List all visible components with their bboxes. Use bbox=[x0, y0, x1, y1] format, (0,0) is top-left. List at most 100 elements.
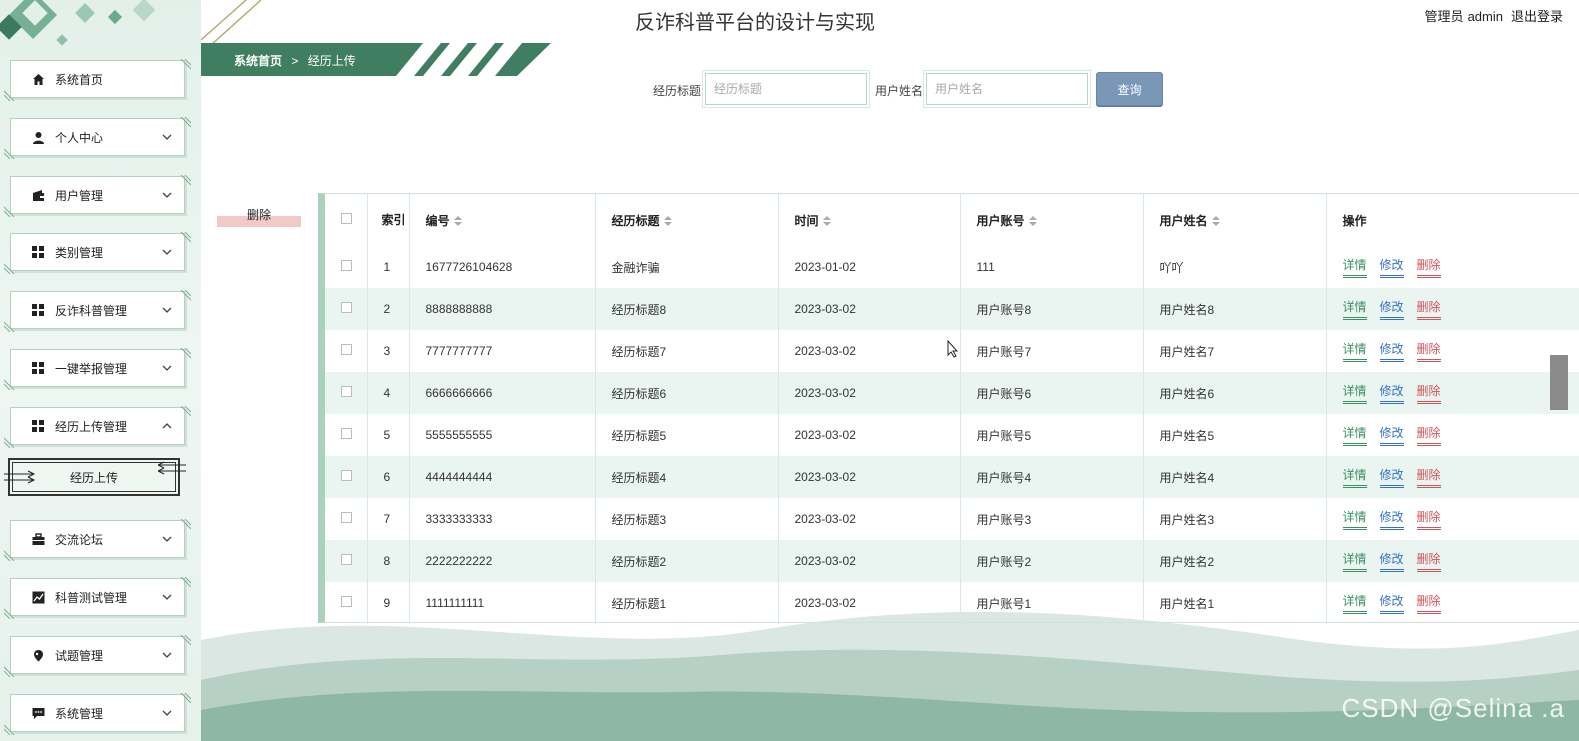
select-all-checkbox[interactable] bbox=[341, 213, 352, 224]
sidebar-item-8[interactable]: 交流论坛 bbox=[4, 519, 191, 561]
delete-button[interactable]: 删除 bbox=[1416, 298, 1441, 320]
arrow-left-right-icon bbox=[4, 470, 36, 484]
sort-icon bbox=[1028, 216, 1037, 227]
cell-index: 3 bbox=[367, 330, 410, 372]
delete-button[interactable]: 删除 bbox=[1416, 508, 1441, 530]
delete-button[interactable]: 删除 bbox=[1416, 466, 1441, 488]
scrollbar-thumb[interactable] bbox=[1550, 355, 1568, 410]
delete-button[interactable]: 删除 bbox=[1416, 550, 1441, 572]
wallet-icon bbox=[31, 188, 45, 202]
chevron-down-icon bbox=[162, 365, 172, 371]
cell-title: 经历标题4 bbox=[595, 456, 779, 498]
watermark: CSDN @Selina .a bbox=[1341, 693, 1565, 723]
delete-button[interactable]: 删除 bbox=[1416, 424, 1441, 446]
sidebar-subitem-experience-upload[interactable]: 经历上传 bbox=[4, 458, 186, 496]
cell-time: 2023-01-02 bbox=[778, 246, 961, 288]
row-checkbox[interactable] bbox=[341, 302, 352, 313]
cell-account: 用户账号4 bbox=[960, 456, 1144, 498]
cell-time: 2023-03-02 bbox=[778, 540, 961, 582]
corner-decoration bbox=[180, 406, 191, 417]
edit-button[interactable]: 修改 bbox=[1379, 256, 1404, 278]
header-account[interactable]: 用户账号 bbox=[960, 194, 1144, 246]
person-icon bbox=[31, 130, 45, 144]
sidebar-item-9[interactable]: 科普测试管理 bbox=[4, 577, 191, 619]
batch-delete-button[interactable]: 删除 bbox=[217, 202, 301, 227]
search-title-input[interactable] bbox=[702, 70, 870, 108]
header-index: 索引 bbox=[367, 194, 410, 246]
sidebar-item-11[interactable]: 系统管理 bbox=[4, 693, 191, 735]
delete-button[interactable]: 删除 bbox=[1416, 592, 1441, 614]
cell-time: 2023-03-02 bbox=[778, 498, 961, 540]
edit-button[interactable]: 修改 bbox=[1379, 466, 1404, 488]
edit-button[interactable]: 修改 bbox=[1379, 592, 1404, 614]
edit-button[interactable]: 修改 bbox=[1379, 340, 1404, 362]
detail-button[interactable]: 详情 bbox=[1342, 298, 1367, 320]
sidebar-item-3[interactable]: 用户管理 bbox=[4, 175, 191, 217]
sort-icon bbox=[822, 216, 831, 227]
corner-decoration bbox=[4, 379, 15, 390]
row-checkbox[interactable] bbox=[341, 596, 352, 607]
detail-button[interactable]: 详情 bbox=[1342, 466, 1367, 488]
search-name-input[interactable] bbox=[923, 70, 1091, 108]
sidebar-item-6[interactable]: 一键举报管理 bbox=[4, 348, 191, 390]
edit-button[interactable]: 修改 bbox=[1379, 382, 1404, 404]
detail-button[interactable]: 详情 bbox=[1342, 592, 1367, 614]
chevron-down-icon bbox=[162, 710, 172, 716]
sidebar-item-2[interactable]: 个人中心 bbox=[4, 117, 191, 159]
header-time[interactable]: 时间 bbox=[778, 194, 961, 246]
sidebar-item-7[interactable]: 经历上传管理 bbox=[4, 406, 191, 448]
cell-account: 用户账号3 bbox=[960, 498, 1144, 540]
cell-actions: 详情 修改 删除 bbox=[1326, 414, 1579, 456]
chat-icon bbox=[31, 706, 45, 720]
breadcrumb-home[interactable]: 系统首页 bbox=[234, 54, 282, 68]
detail-button[interactable]: 详情 bbox=[1342, 256, 1367, 278]
sidebar-item-1[interactable]: 系统首页 bbox=[4, 59, 191, 101]
delete-button[interactable]: 删除 bbox=[1416, 382, 1441, 404]
edit-button[interactable]: 修改 bbox=[1379, 424, 1404, 446]
row-checkbox[interactable] bbox=[341, 554, 352, 565]
header-title[interactable]: 经历标题 bbox=[595, 194, 779, 246]
row-checkbox[interactable] bbox=[341, 344, 352, 355]
edit-button[interactable]: 修改 bbox=[1379, 550, 1404, 572]
row-checkbox[interactable] bbox=[341, 260, 352, 271]
corner-decoration bbox=[180, 635, 191, 646]
corner-decoration bbox=[4, 724, 15, 735]
cell-name: 用户姓名6 bbox=[1143, 372, 1327, 414]
row-checkbox[interactable] bbox=[341, 512, 352, 523]
detail-button[interactable]: 详情 bbox=[1342, 340, 1367, 362]
header-id[interactable]: 编号 bbox=[409, 194, 596, 246]
detail-button[interactable]: 详情 bbox=[1342, 508, 1367, 530]
row-checkbox[interactable] bbox=[341, 386, 352, 397]
edit-button[interactable]: 修改 bbox=[1379, 298, 1404, 320]
page-title: 反诈科普平台的设计与实现 bbox=[635, 12, 875, 34]
chevron-down-icon bbox=[162, 249, 172, 255]
row-checkbox[interactable] bbox=[341, 470, 352, 481]
cell-time: 2023-03-02 bbox=[778, 330, 961, 372]
cell-account: 111 bbox=[960, 246, 1144, 288]
breadcrumb: 系统首页 > 经历上传 bbox=[201, 43, 551, 76]
sidebar-item-4[interactable]: 类别管理 bbox=[4, 232, 191, 274]
cell-name: 用户姓名8 bbox=[1143, 288, 1327, 330]
header-name[interactable]: 用户姓名 bbox=[1143, 194, 1327, 246]
corner-decoration bbox=[4, 550, 15, 561]
grid-icon bbox=[31, 245, 45, 259]
edit-button[interactable]: 修改 bbox=[1379, 508, 1404, 530]
cell-title: 经历标题1 bbox=[595, 582, 779, 624]
cell-name: 吖吖 bbox=[1143, 246, 1327, 288]
cell-index: 1 bbox=[367, 246, 410, 288]
cell-account: 用户账号8 bbox=[960, 288, 1144, 330]
delete-button[interactable]: 删除 bbox=[1416, 340, 1441, 362]
cell-title: 金融诈骗 bbox=[595, 246, 779, 288]
logout-link[interactable]: 退出登录 bbox=[1511, 9, 1563, 24]
sidebar-item-5[interactable]: 反诈科普管理 bbox=[4, 290, 191, 332]
detail-button[interactable]: 详情 bbox=[1342, 382, 1367, 404]
row-checkbox[interactable] bbox=[341, 428, 352, 439]
detail-button[interactable]: 详情 bbox=[1342, 424, 1367, 446]
grid-icon bbox=[31, 419, 45, 433]
sidebar-item-10[interactable]: 试题管理 bbox=[4, 635, 191, 677]
search-button[interactable]: 查询 bbox=[1096, 72, 1163, 106]
cell-account: 用户账号5 bbox=[960, 414, 1144, 456]
delete-button[interactable]: 删除 bbox=[1416, 256, 1441, 278]
detail-button[interactable]: 详情 bbox=[1342, 550, 1367, 572]
corner-decoration bbox=[4, 666, 15, 677]
